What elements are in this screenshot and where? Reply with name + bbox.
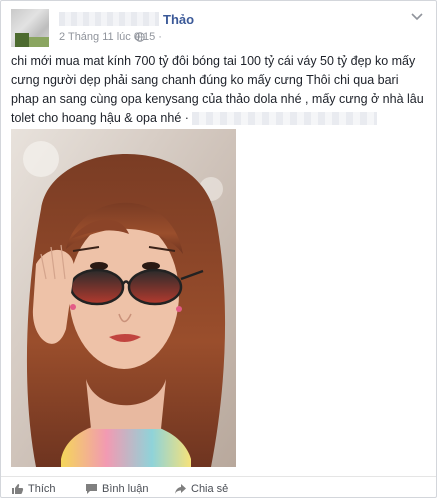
redacted-name (59, 12, 159, 26)
share-button[interactable]: Chia sẻ (174, 483, 228, 495)
share-icon (175, 484, 186, 494)
like-label: Thích (28, 483, 56, 495)
comment-button[interactable]: Bình luận (85, 483, 148, 495)
comment-label: Bình luận (102, 483, 149, 495)
post-photo[interactable] (11, 129, 236, 467)
avatar[interactable] (11, 9, 49, 47)
avatar-detail (15, 33, 29, 47)
globe-icon (135, 32, 145, 42)
chevron-down-icon[interactable] (410, 11, 424, 21)
redacted-mention (192, 112, 378, 126)
portrait-image (11, 129, 236, 467)
post-text: chi mới mua mat kính 700 tỷ đôi bóng tai… (11, 52, 429, 128)
action-bar: Thích Bình luận Chia sẻ (1, 476, 436, 499)
like-button[interactable]: Thích (11, 483, 56, 495)
post-timestamp[interactable]: 2 Tháng 11 lúc 0:15 · (59, 31, 162, 43)
thumbs-up-icon (12, 484, 24, 494)
share-label: Chia sẻ (191, 483, 229, 495)
author-name[interactable]: Thảo (163, 12, 194, 27)
comment-icon (86, 484, 97, 494)
avatar-detail (29, 37, 49, 47)
post-header: Thảo 2 Tháng 11 lúc 0:15 · (11, 9, 426, 49)
post-card: Thảo 2 Tháng 11 lúc 0:15 · chi mới mua m… (0, 0, 437, 498)
